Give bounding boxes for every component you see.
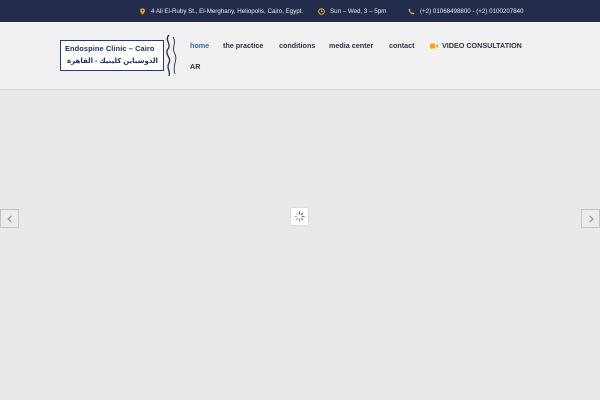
site-header: Endospine Clinic – Cairo الدوسباين كليني…: [0, 22, 600, 90]
logo-text-arabic: الدوسباين كلينيك - القاهرة: [67, 58, 158, 65]
spine-logo-icon: [166, 34, 177, 77]
nav-contact[interactable]: contact: [389, 41, 415, 50]
slider-loader: [291, 208, 308, 225]
nav-home[interactable]: home: [190, 41, 209, 50]
top-info-bar: 4 Ali El-Ruby St., El-Merghany, Heliopol…: [0, 0, 600, 22]
nav-the-practice[interactable]: the practice: [223, 41, 263, 50]
phone-info: (+2) 01068498800 - (+2) 0100207840: [408, 0, 524, 22]
logo-text-english: Endospine Clinic – Cairo: [65, 44, 155, 53]
hours-text: Sun – Wed, 3 – 5pm: [330, 7, 387, 15]
phone-icon: [408, 8, 415, 15]
slider-next-button[interactable]: [581, 209, 600, 228]
nav-language-ar[interactable]: AR: [190, 62, 200, 71]
chevron-left-icon: [6, 214, 12, 223]
address-text: 4 Ali El-Ruby St., El-Merghany, Heliopol…: [151, 7, 304, 15]
nav-media-center[interactable]: media center: [329, 41, 373, 50]
clock-icon: [318, 7, 325, 15]
hours-info: Sun – Wed, 3 – 5pm: [318, 0, 386, 22]
slider-prev-button[interactable]: [0, 209, 19, 228]
location-pin-icon: [139, 7, 146, 15]
nav-video-consultation-label: VIDEO CONSULTATION: [442, 41, 522, 50]
chevron-right-icon: [588, 214, 594, 223]
nav-conditions[interactable]: conditions: [279, 41, 315, 50]
site-logo[interactable]: Endospine Clinic – Cairo الدوسباين كليني…: [60, 34, 180, 77]
spinner-icon: [294, 211, 305, 222]
video-camera-icon: [430, 43, 438, 49]
logo-frame: Endospine Clinic – Cairo الدوسباين كليني…: [60, 40, 164, 71]
nav-video-consultation[interactable]: VIDEO CONSULTATION: [430, 41, 522, 50]
phone-text[interactable]: (+2) 01068498800 - (+2) 0100207840: [420, 8, 524, 15]
hero-slider: [0, 91, 600, 400]
address-info: 4 Ali El-Ruby St., El-Merghany, Heliopol…: [139, 0, 303, 22]
